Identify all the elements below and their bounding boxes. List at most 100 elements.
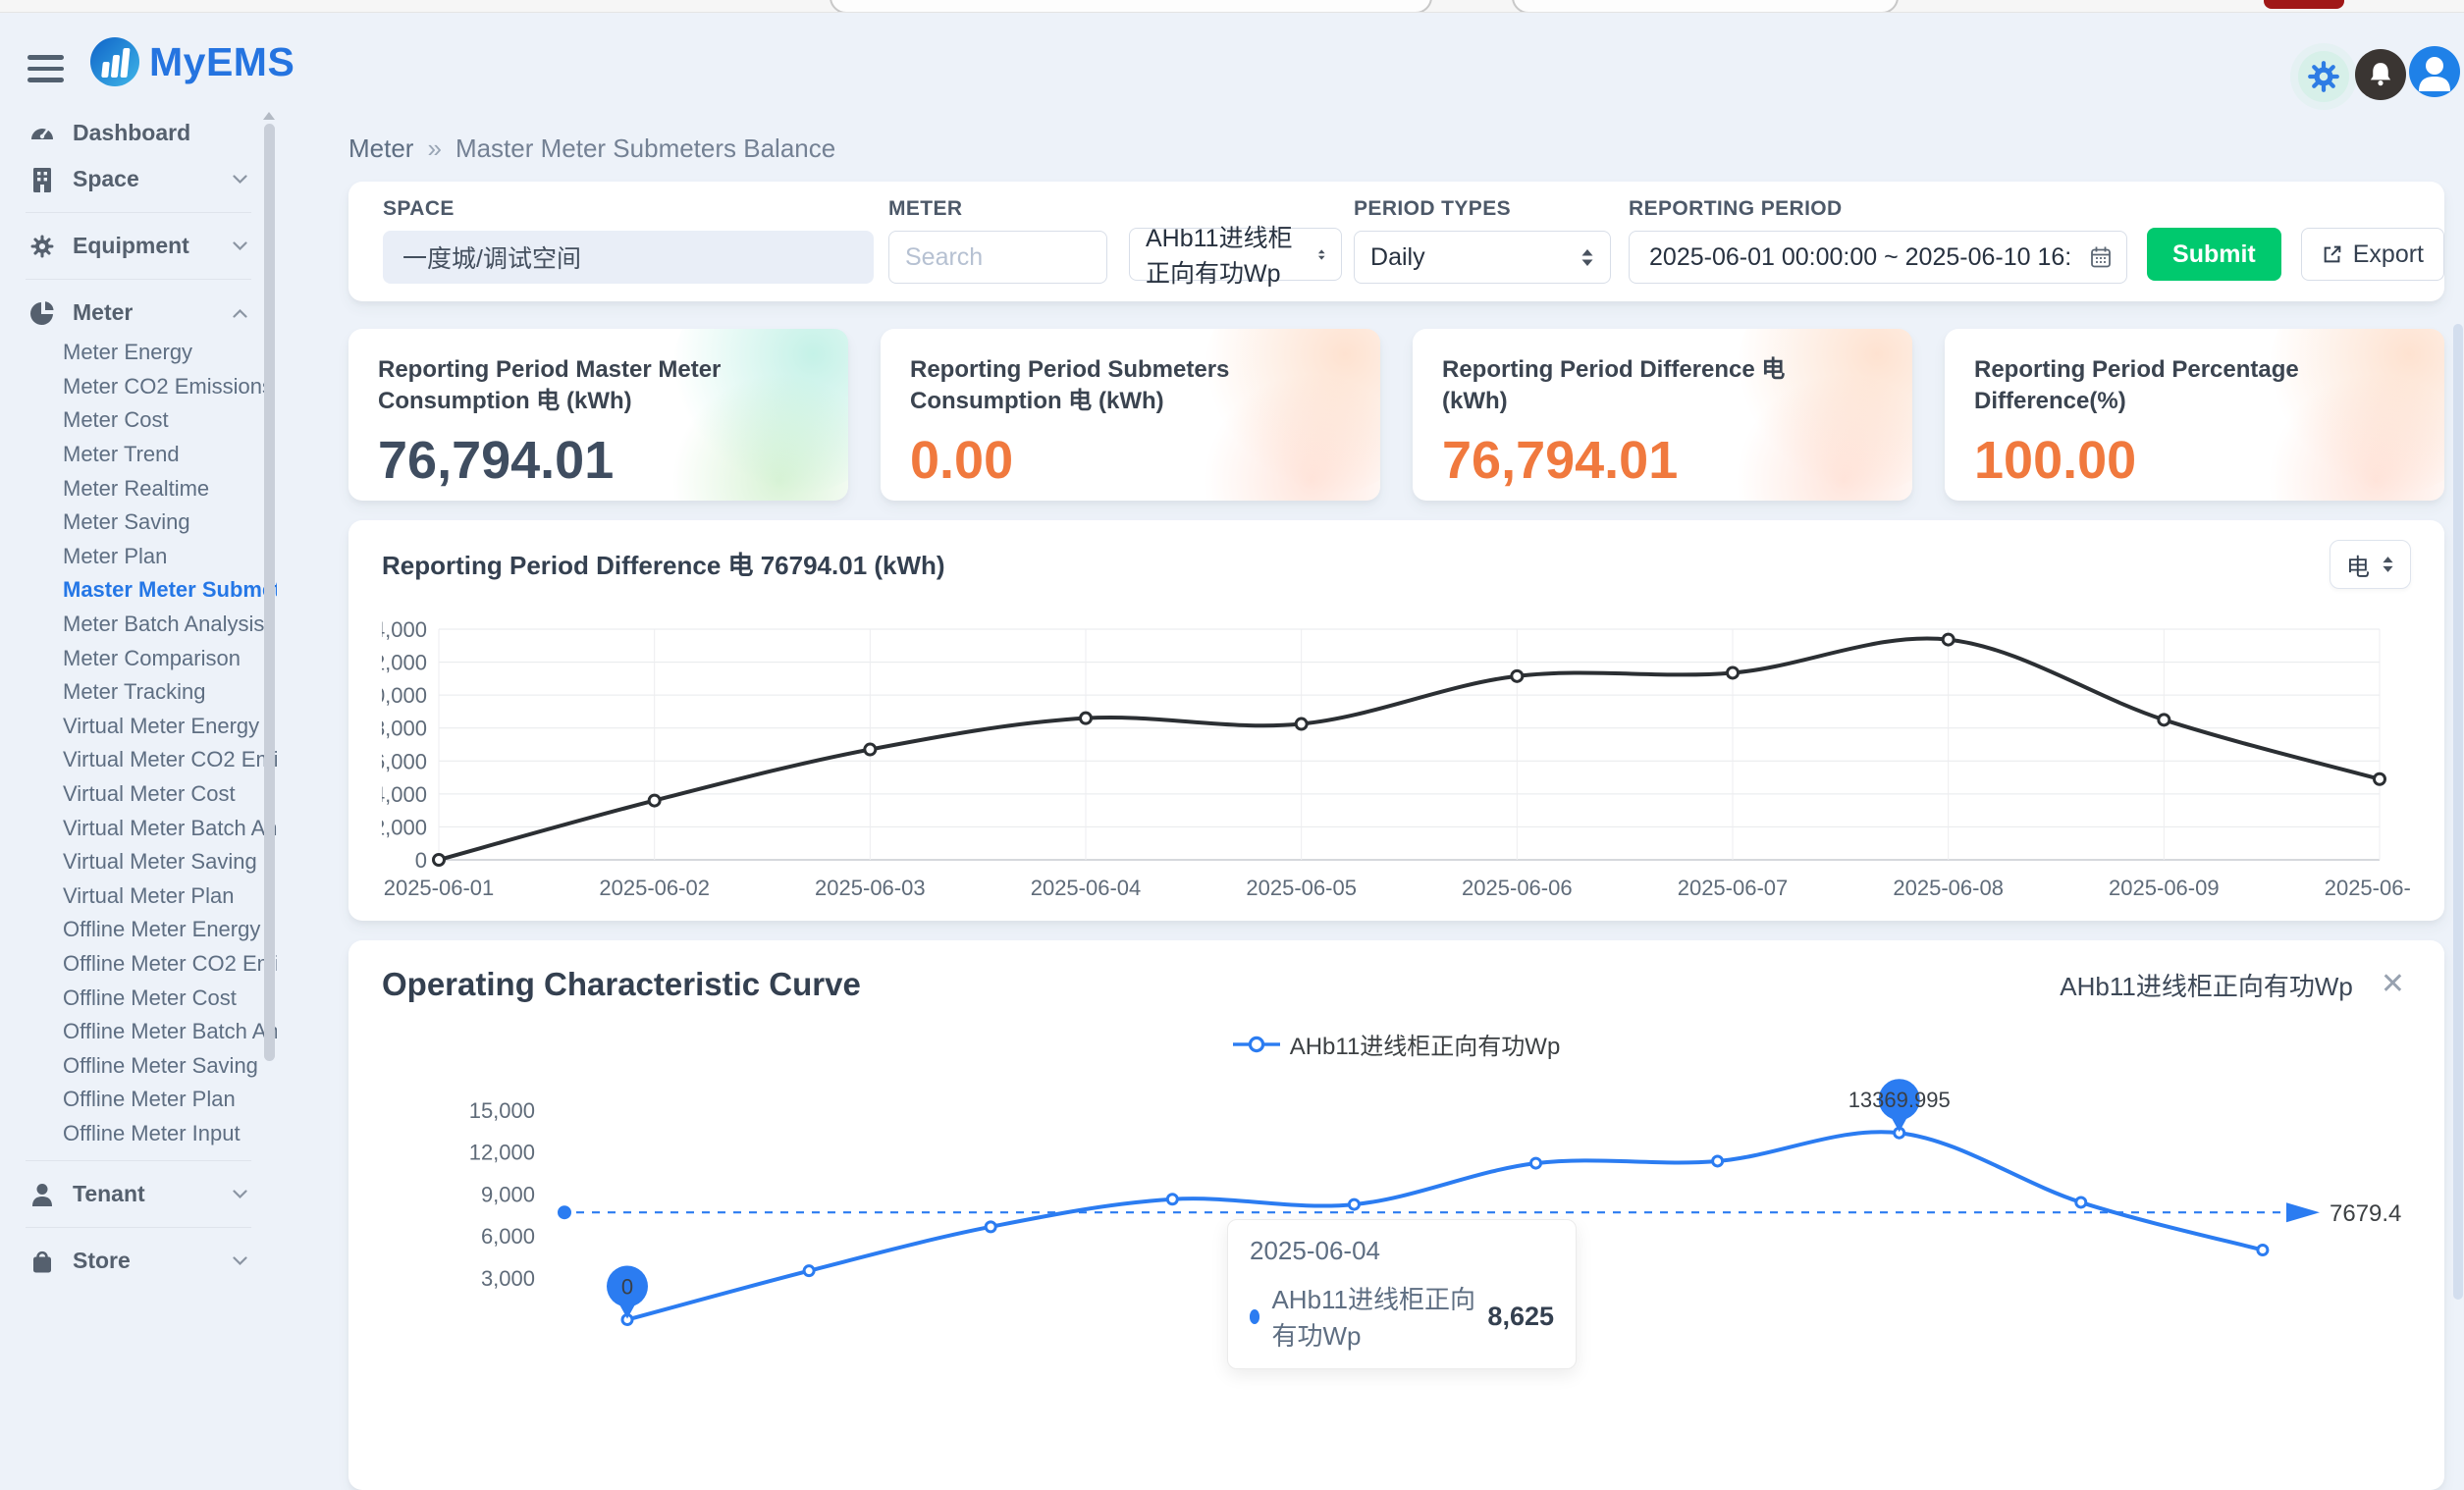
sidebar-item-offline-meter-cost[interactable]: Offline Meter Cost	[0, 981, 277, 1015]
meter-select-value: AHb11进线柜正向有功Wp	[1146, 219, 1317, 290]
sidebar-meter-submenu: Meter Energy Meter CO2 Emissions Meter C…	[0, 336, 277, 1150]
sidebar-item-equipment[interactable]: Equipment	[0, 223, 277, 269]
svg-text:2025-06-09: 2025-06-09	[2109, 876, 2220, 900]
sidebar-item-offline-meter-input[interactable]: Offline Meter Input	[0, 1117, 277, 1151]
card-value: 100.00	[1974, 430, 2415, 491]
svg-text:2025-06-08: 2025-06-08	[1893, 876, 2004, 900]
myems-logo-icon	[90, 37, 139, 86]
browser-searchbox-fragment	[1512, 0, 1899, 13]
brand-logo[interactable]: MyEMS	[90, 37, 295, 86]
line-circle-legend-icon	[1233, 1036, 1280, 1053]
svg-text:14,000: 14,000	[382, 617, 427, 642]
chart-tooltip: 2025-06-04 AHb11进线柜正向有功Wp 8,625	[1227, 1219, 1577, 1369]
unit-selector[interactable]: 电	[2330, 540, 2411, 589]
sidebar-item-virtual-meter-cost[interactable]: Virtual Meter Cost	[0, 777, 277, 812]
svg-text:12,000: 12,000	[382, 651, 427, 675]
sidebar-item-meter-batch-analysis[interactable]: Meter Batch Analysis	[0, 608, 277, 642]
sidebar-item-dashboard[interactable]: Dashboard	[0, 110, 277, 156]
building-icon	[27, 167, 57, 192]
space-input[interactable]	[383, 231, 874, 284]
svg-text:6,000: 6,000	[481, 1224, 535, 1249]
reporting-period-input[interactable]	[1647, 242, 2073, 273]
sidebar-item-offline-meter-batch-analysis[interactable]: Offline Meter Batch Analysis	[0, 1015, 277, 1049]
sidebar-item-meter-cost[interactable]: Meter Cost	[0, 403, 277, 438]
sidebar-item-offline-meter-saving[interactable]: Offline Meter Saving	[0, 1048, 277, 1083]
sidebar-item-offline-meter-energy[interactable]: Offline Meter Energy	[0, 913, 277, 947]
card-value: 76,794.01	[1442, 430, 1883, 491]
sidebar-item-virtual-meter-co2-emissions[interactable]: Virtual Meter CO2 Emissions	[0, 743, 277, 777]
sidebar-item-meter-trend[interactable]: Meter Trend	[0, 438, 277, 472]
sidebar-item-virtual-meter-batch-analysis[interactable]: Virtual Meter Batch Analysis	[0, 811, 277, 845]
sidebar-item-offline-meter-plan[interactable]: Offline Meter Plan	[0, 1083, 277, 1117]
svg-text:2025-06-02: 2025-06-02	[599, 876, 710, 900]
period-types-select[interactable]: Daily	[1354, 231, 1611, 284]
sidebar-item-meter-energy[interactable]: Meter Energy	[0, 336, 277, 370]
browser-chrome-strip	[0, 0, 2464, 13]
svg-text:2025-06-07: 2025-06-07	[1678, 876, 1789, 900]
chevron-down-icon	[233, 1190, 247, 1199]
browser-addressbar-fragment	[830, 0, 1432, 13]
chevron-up-icon	[233, 308, 247, 318]
sidebar-item-tenant[interactable]: Tenant	[0, 1171, 277, 1217]
sidebar-item-virtual-meter-energy[interactable]: Virtual Meter Energy	[0, 710, 277, 744]
sidebar-item-meter-saving[interactable]: Meter Saving	[0, 506, 277, 540]
period-types-value: Daily	[1370, 243, 1425, 272]
sidebar-item-meter-plan[interactable]: Meter Plan	[0, 540, 277, 574]
svg-text:4,000: 4,000	[382, 782, 427, 807]
sidebar-item-label: Equipment	[73, 233, 189, 259]
sidebar-item-virtual-meter-saving[interactable]: Virtual Meter Saving	[0, 845, 277, 879]
sidebar-item-label: Store	[73, 1248, 131, 1274]
card-value: 76,794.01	[378, 430, 819, 491]
space-filter-group: SPACE	[383, 197, 874, 284]
card-title: Reporting Period Submeters Consumption 电…	[910, 354, 1271, 418]
page-scrollbar-thumb[interactable]	[2453, 324, 2463, 1300]
menu-toggle-hamburger-icon[interactable]	[27, 55, 64, 89]
period-types-label: PERIOD TYPES	[1354, 197, 1611, 221]
chevron-down-icon	[233, 241, 247, 251]
export-button[interactable]: Export	[2301, 228, 2444, 281]
card-difference: Reporting Period Difference 电 (kWh) 76,7…	[1413, 329, 1912, 501]
sidebar-item-offline-meter-co2-emissions[interactable]: Offline Meter CO2 Emissions	[0, 947, 277, 982]
gauge-icon	[27, 121, 57, 146]
breadcrumb-section[interactable]: Meter	[348, 133, 413, 164]
meter-search-input[interactable]	[888, 231, 1107, 284]
card-master-meter-consumption: Reporting Period Master Meter Consumptio…	[348, 329, 848, 501]
sidebar-item-meter-tracking[interactable]: Meter Tracking	[0, 675, 277, 710]
meter-select[interactable]: AHb11进线柜正向有功Wp	[1129, 228, 1342, 281]
sidebar-item-meter-realtime[interactable]: Meter Realtime	[0, 471, 277, 506]
sidebar-item-master-meter-submeters-balance[interactable]: Master Meter Submeters Balance	[0, 573, 277, 608]
svg-text:15,000: 15,000	[469, 1098, 535, 1123]
card-title: Reporting Period Difference 电 (kWh)	[1442, 354, 1803, 418]
sidebar-item-store[interactable]: Store	[0, 1238, 277, 1284]
scrollbar-up-arrow-icon[interactable]	[263, 112, 275, 120]
svg-text:7679.4: 7679.4	[2330, 1200, 2401, 1227]
sidebar-item-space[interactable]: Space	[0, 156, 277, 202]
card-percentage-difference: Reporting Period Percentage Difference(%…	[1945, 329, 2444, 501]
sidebar-divider	[26, 212, 251, 213]
reporting-period-label: REPORTING PERIOD	[1629, 197, 2127, 221]
sidebar-item-meter[interactable]: Meter	[0, 290, 277, 336]
tooltip-date: 2025-06-04	[1250, 1236, 1554, 1266]
meter-label: METER	[888, 197, 1107, 221]
svg-text:0: 0	[621, 1275, 633, 1300]
sidebar-item-virtual-meter-plan[interactable]: Virtual Meter Plan	[0, 879, 277, 914]
sidebar-divider	[26, 279, 251, 280]
sidebar-item-label: Tenant	[73, 1181, 145, 1207]
svg-text:2025-06-10: 2025-06-10	[2325, 876, 2411, 900]
submit-button[interactable]: Submit	[2147, 228, 2281, 281]
operating-curve-title: Operating Characteristic Curve	[382, 966, 861, 1003]
selected-meter-tag-label: AHb11进线柜正向有功Wp	[2060, 967, 2353, 1003]
selected-meter-tag: AHb11进线柜正向有功Wp ✕	[2060, 967, 2405, 1003]
sidebar-scrollbar[interactable]	[261, 110, 277, 1300]
reporting-period-picker[interactable]	[1629, 231, 2127, 284]
meter-filter-group: METER	[888, 197, 1107, 284]
up-down-arrows-icon	[2382, 556, 2394, 573]
difference-chart-card: Reporting Period Difference 电 76794.01 (…	[348, 520, 2444, 921]
close-icon[interactable]: ✕	[2381, 970, 2405, 999]
svg-text:2025-06-03: 2025-06-03	[815, 876, 926, 900]
person-icon	[27, 1182, 57, 1207]
chart-legend[interactable]: AHb11进线柜正向有功Wp	[348, 1027, 2444, 1061]
sidebar-item-meter-co2-emissions[interactable]: Meter CO2 Emissions	[0, 370, 277, 404]
sidebar-scrollbar-thumb[interactable]	[264, 124, 275, 1061]
sidebar-item-meter-comparison[interactable]: Meter Comparison	[0, 641, 277, 675]
